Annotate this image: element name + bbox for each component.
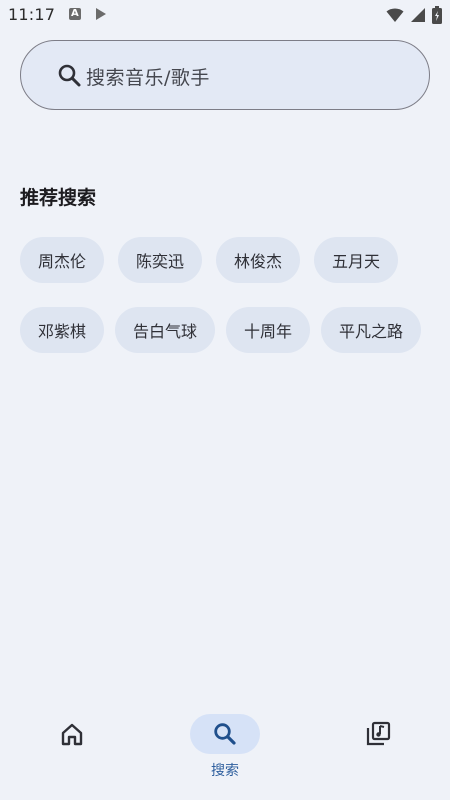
- status-bar: 11:17 A: [0, 0, 450, 30]
- recommended-chip[interactable]: 邓紫棋: [20, 307, 105, 353]
- wifi-icon: [386, 8, 404, 22]
- nav-library-pill: [343, 714, 413, 754]
- search-icon: [214, 723, 236, 745]
- nav-search-pill: [190, 714, 260, 754]
- recommended-chip[interactable]: 陈奕迅: [118, 237, 203, 283]
- status-time: 11:17: [8, 5, 56, 24]
- search-input[interactable]: 搜索音乐/歌手: [86, 63, 210, 90]
- battery-icon: [432, 6, 442, 24]
- recommended-chips-row-1: 周杰伦 陈奕迅 林俊杰 五月天: [20, 237, 399, 283]
- music-library-icon: [366, 721, 391, 746]
- search-bar[interactable]: 搜索音乐/歌手: [20, 40, 430, 110]
- play-notification-icon: [96, 8, 106, 20]
- recommended-chip[interactable]: 周杰伦: [20, 237, 105, 283]
- recommended-chip[interactable]: 平凡之路: [321, 307, 422, 353]
- nav-search[interactable]: 搜索: [175, 714, 275, 780]
- nav-library[interactable]: [328, 714, 428, 754]
- search-icon: [57, 63, 83, 89]
- recommended-chip[interactable]: 五月天: [314, 237, 399, 283]
- bottom-navigation: 搜索: [0, 700, 450, 800]
- status-right-icons: [386, 6, 442, 24]
- recommended-chips-row-2: 邓紫棋 告白气球 十周年 平凡之路: [20, 307, 422, 353]
- recommended-chip[interactable]: 十周年: [226, 307, 311, 353]
- nav-search-label: 搜索: [211, 763, 239, 779]
- nav-home[interactable]: [22, 714, 122, 754]
- app-notification-icon: A: [69, 8, 81, 20]
- cellular-signal-icon: [411, 8, 425, 22]
- recommended-chip[interactable]: 林俊杰: [216, 237, 301, 283]
- recommended-chip[interactable]: 告白气球: [115, 307, 216, 353]
- nav-home-pill: [37, 714, 107, 754]
- recommended-title: 推荐搜索: [20, 187, 97, 209]
- home-icon: [61, 723, 83, 746]
- search-screen: 11:17 A 搜索音乐/歌手 推荐搜索 周杰伦 陈奕迅 林俊杰 五月天 邓紫棋…: [0, 0, 450, 800]
